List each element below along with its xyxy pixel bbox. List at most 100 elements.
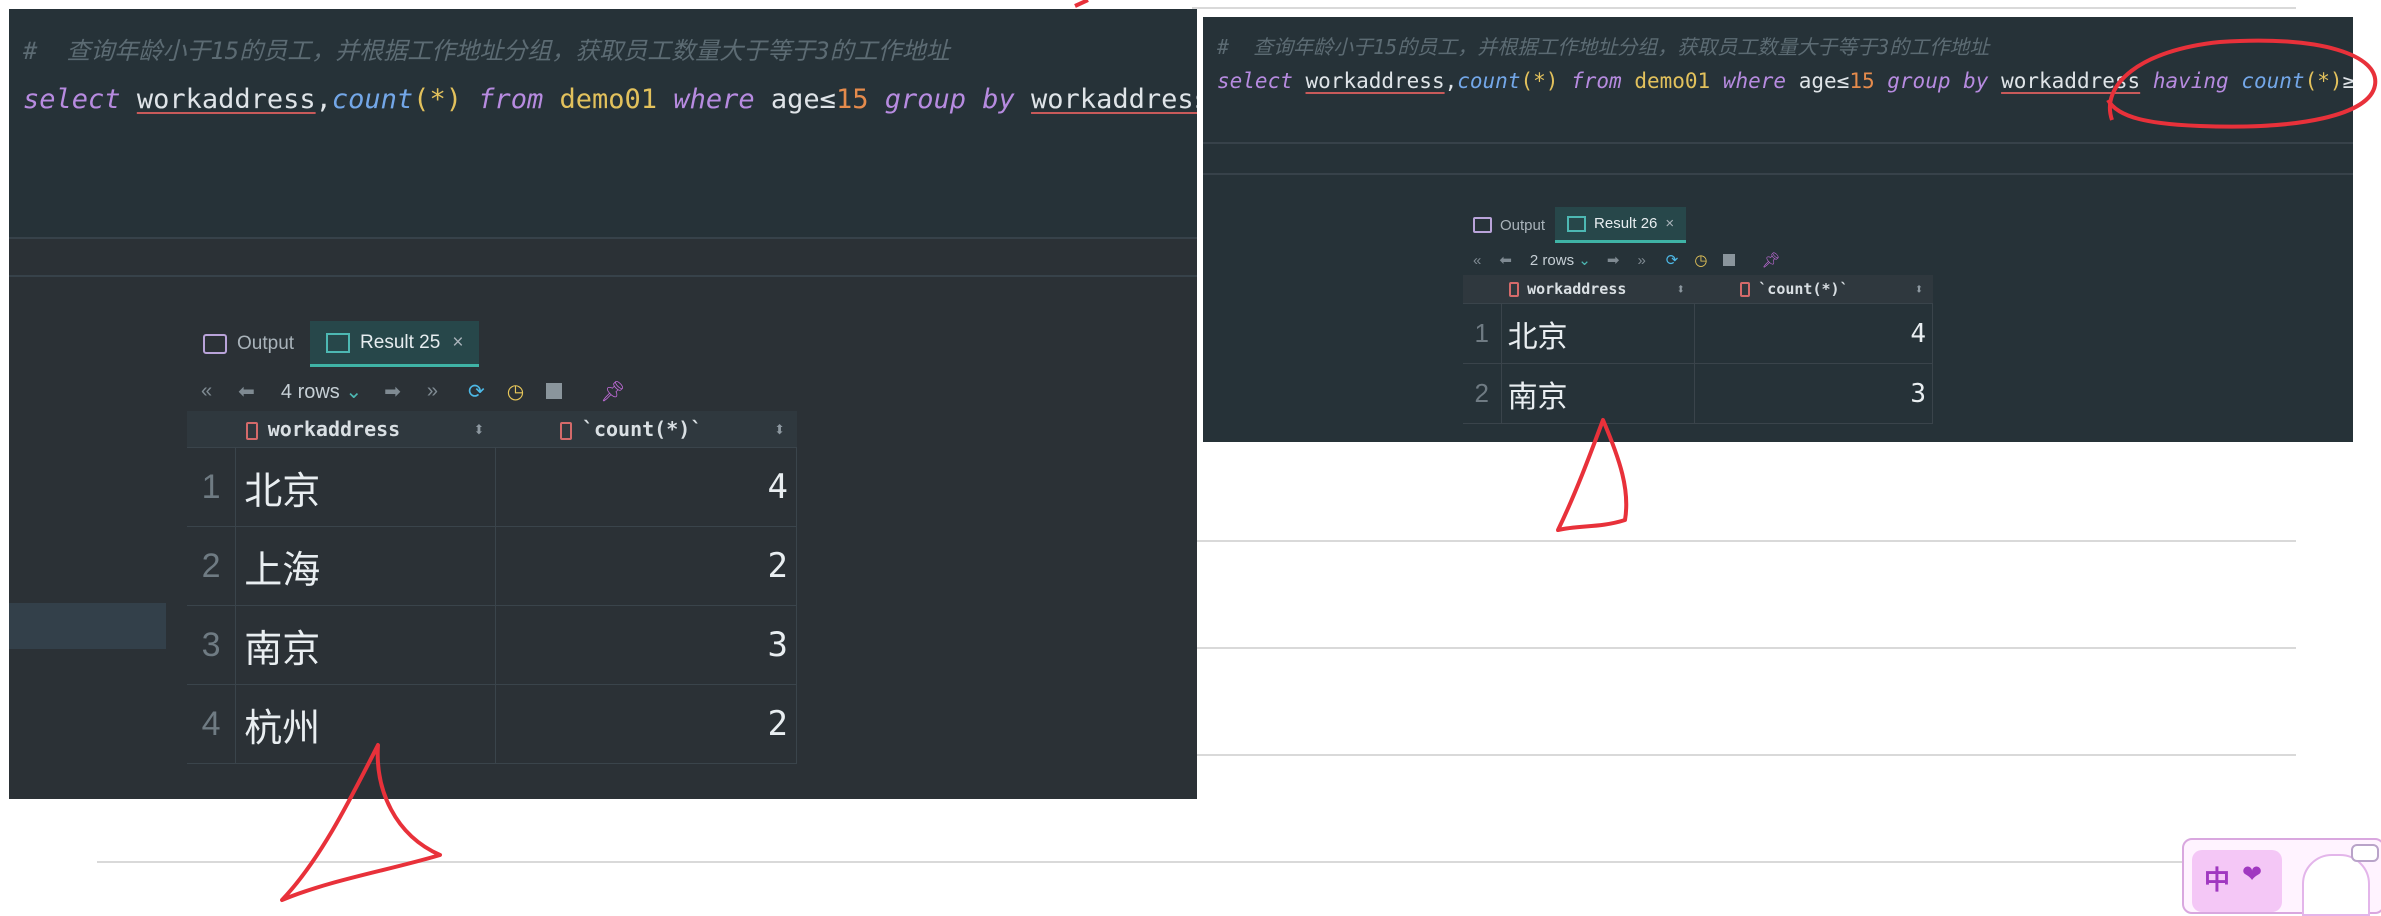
row-number: 2 [187, 526, 237, 606]
column-header-label: `count(*)` [1758, 280, 1849, 298]
keyword-select: select [1217, 69, 1293, 93]
row-number: 2 [1463, 363, 1502, 424]
tab-result[interactable]: Result 26 × [1555, 207, 1687, 243]
cell-workaddress[interactable]: 杭州 [235, 684, 497, 764]
sql-editor[interactable]: # 查询年龄小于15的员工，并根据工作地址分组，获取员工数量大于等于3的工作地址… [9, 9, 1197, 237]
divider-line [1192, 754, 2296, 756]
table-row[interactable]: 3 南京 3 [187, 605, 797, 685]
results-grid: workaddress ⬍ `count(*)` ⬍ 1 北京 4 2 上海 2 3… [187, 411, 797, 764]
operator: ≤ [819, 84, 836, 115]
floating-assistant-widget[interactable]: 中 ❤ [2182, 838, 2381, 916]
next-page-icon[interactable]: ➡ [384, 379, 401, 404]
column-icon [1509, 282, 1520, 297]
results-toolbar: « ⬅ 2 rows ⌄ ➡ » ⟳ ◷ 📌︎ [1473, 245, 1781, 275]
chevron-down-icon: ⌄ [345, 380, 363, 403]
next-page-icon[interactable]: ➡ [1607, 251, 1620, 269]
cell-count[interactable]: 4 [495, 447, 797, 527]
divider-line [1192, 647, 2296, 649]
results-tabbar: Output Result 25 × [187, 321, 480, 367]
function-count: count [331, 84, 414, 115]
column-header-count[interactable]: `count(*)` ⬍ [1694, 275, 1933, 304]
widget-toggle[interactable] [2351, 844, 2379, 862]
table-row[interactable]: 1 北京 4 [187, 447, 797, 527]
sort-icon[interactable]: ⬍ [773, 417, 785, 441]
tab-result-label: Result 25 [360, 331, 441, 353]
sort-icon[interactable]: ⬍ [473, 417, 485, 441]
column-header-label: workaddress [1527, 280, 1627, 298]
table-row[interactable]: 4 杭州 2 [187, 684, 797, 764]
last-page-icon[interactable]: » [1637, 252, 1645, 269]
first-page-icon[interactable]: « [201, 380, 212, 403]
paren: ) [2329, 69, 2343, 93]
table-name: demo01 [559, 84, 658, 115]
tab-output[interactable]: Output [1463, 207, 1555, 243]
row-number: 4 [187, 684, 237, 764]
results-tabbar: Output Result 26 × [1463, 207, 1687, 243]
asterisk: * [429, 84, 446, 115]
function-count: count [1457, 69, 1521, 93]
cell-workaddress[interactable]: 北京 [1500, 303, 1695, 364]
close-icon[interactable]: × [452, 332, 463, 354]
comma: , [315, 84, 332, 115]
asterisk: * [1533, 69, 1546, 93]
results-toolbar: « ⬅ 4 rows ⌄ ➡ » ⟳ ◷ 📌︎ [201, 371, 626, 411]
first-page-icon[interactable]: « [1473, 252, 1481, 269]
table-icon [326, 332, 351, 353]
tab-result[interactable]: Result 25 × [310, 321, 480, 367]
cell-workaddress[interactable]: 上海 [235, 526, 497, 606]
cell-workaddress[interactable]: 南京 [1500, 363, 1695, 424]
close-icon[interactable]: × [1665, 215, 1674, 232]
table-row[interactable]: 2 南京 3 [1463, 363, 1934, 424]
cell-count[interactable]: 2 [495, 684, 797, 764]
column-name: workaddress [1031, 84, 1197, 115]
previous-page-icon[interactable]: ⬅ [1499, 251, 1512, 269]
pin-icon[interactable]: 📌︎ [600, 379, 625, 404]
asterisk: * [2317, 69, 2330, 93]
right-ide-screenshot: # 查询年龄小于15的员工，并根据工作地址分组，获取员工数量大于等于3的工作地址… [1203, 17, 2353, 442]
paren: ) [445, 84, 462, 115]
previous-page-icon[interactable]: ⬅ [238, 379, 255, 404]
column-header-workaddress[interactable]: workaddress ⬍ [1501, 275, 1695, 304]
refresh-icon[interactable]: ⟳ [1666, 251, 1679, 269]
table-row[interactable]: 1 北京 4 [1463, 303, 1934, 364]
console-icon [203, 334, 227, 354]
chinese-input-icon: 中 [2204, 866, 2231, 896]
chevron-down-icon: ⌄ [1578, 252, 1591, 269]
refresh-icon[interactable]: ⟳ [468, 379, 485, 404]
stop-icon[interactable] [1723, 254, 1736, 266]
paren: ( [2304, 69, 2318, 93]
divider-line [1192, 7, 2296, 9]
row-number: 3 [187, 605, 237, 685]
cell-count[interactable]: 3 [495, 605, 797, 685]
rows-count-dropdown[interactable]: 4 rows ⌄ [281, 379, 362, 404]
cell-workaddress[interactable]: 南京 [235, 605, 497, 685]
widget-tile[interactable]: 中 ❤ [2192, 850, 2282, 912]
column-header-workaddress[interactable]: workaddress ⬍ [235, 411, 496, 448]
column-header-label: `count(*)` [581, 417, 703, 441]
column-name: workaddress [136, 84, 316, 115]
cell-count[interactable]: 4 [1693, 303, 1934, 364]
keyword-from: from [478, 84, 544, 115]
cell-workaddress[interactable]: 北京 [235, 447, 497, 527]
sql-statement[interactable]: select workaddress,count(*) from demo01 … [23, 84, 1197, 115]
results-grid: workaddress ⬍ `count(*)` ⬍ 1 北京 4 2 南京 3 [1463, 275, 1934, 424]
sort-icon[interactable]: ⬍ [1676, 280, 1685, 298]
table-row[interactable]: 2 上海 2 [187, 526, 797, 606]
cell-count[interactable]: 3 [1693, 363, 1934, 424]
stop-icon[interactable] [546, 383, 563, 399]
pin-icon[interactable]: 📌︎ [1761, 251, 1780, 269]
history-icon[interactable]: ◷ [1694, 251, 1707, 269]
sort-icon[interactable]: ⬍ [1914, 280, 1923, 298]
history-icon[interactable]: ◷ [507, 379, 524, 404]
cell-count[interactable]: 2 [495, 526, 797, 606]
last-page-icon[interactable]: » [427, 380, 438, 403]
column-name: workaddress [2001, 69, 2141, 93]
column-header-count[interactable]: `count(*)` ⬍ [495, 411, 797, 448]
row-number: 1 [1463, 303, 1502, 364]
editor-divider [9, 275, 1197, 277]
sql-statement[interactable]: select workaddress,count(*) from demo01 … [1217, 69, 2353, 93]
tab-output[interactable]: Output [187, 321, 310, 367]
rows-count-dropdown[interactable]: 2 rows ⌄ [1530, 251, 1591, 269]
column-name: workaddress [1305, 69, 1445, 93]
keyword-group: group [884, 84, 966, 115]
